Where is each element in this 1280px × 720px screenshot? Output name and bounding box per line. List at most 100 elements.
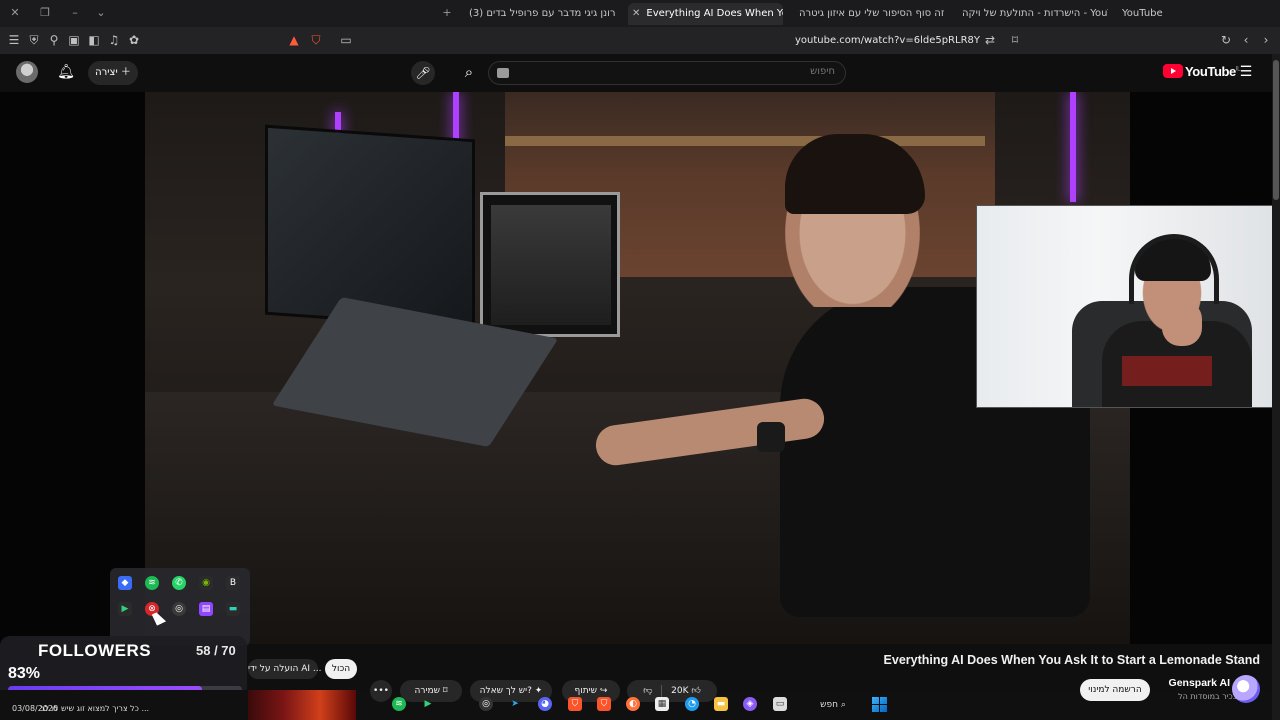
left-monitor bbox=[265, 124, 475, 330]
channel-avatar[interactable] bbox=[1232, 675, 1260, 703]
hamburger-menu-icon[interactable]: ☰ bbox=[1238, 63, 1254, 79]
brave-beta-icon[interactable]: ⛉ bbox=[597, 697, 611, 711]
whatsapp-icon[interactable]: ✆ bbox=[172, 576, 186, 590]
search-icon[interactable]: ⌕ bbox=[455, 61, 483, 85]
new-tab-icon[interactable]: + bbox=[440, 6, 454, 20]
create-button[interactable]: יצירה ＋ bbox=[88, 61, 138, 85]
purple-light bbox=[1070, 92, 1076, 202]
brave-icon[interactable]: ⛉ bbox=[568, 697, 582, 711]
extensions-icon[interactable]: ✿ bbox=[126, 32, 142, 48]
search-input[interactable] bbox=[535, 66, 835, 77]
spotify-icon[interactable]: ≋ bbox=[392, 697, 406, 711]
music-icon[interactable]: ♫ bbox=[106, 32, 122, 48]
tab-label: הישרדות - התולעת של ויקה - YouTube bbox=[962, 8, 1108, 19]
chip-all[interactable]: הכול bbox=[325, 659, 357, 679]
copilot-icon[interactable]: ◈ bbox=[743, 697, 757, 711]
like-dislike-group: 👎︎ 20K 👍︎ bbox=[627, 680, 717, 702]
bookmark-icon[interactable]: ⌑ bbox=[1007, 32, 1023, 48]
screen-share-icon[interactable]: ▭ bbox=[338, 32, 354, 48]
site-settings-icon[interactable]: ⇄ bbox=[982, 32, 998, 48]
dislike-icon[interactable]: 👎︎ bbox=[643, 686, 652, 696]
steam-icon[interactable]: ◎ bbox=[479, 697, 493, 711]
search-box[interactable] bbox=[488, 61, 846, 85]
panel-icon[interactable]: ◧ bbox=[86, 32, 102, 48]
tab-label: Everything AI Does When You Ask It to St… bbox=[646, 8, 783, 19]
save-icon: ⌑ bbox=[442, 686, 448, 696]
shield-icon[interactable]: ⛨ bbox=[26, 32, 42, 48]
telegram-icon[interactable]: ➤ bbox=[508, 697, 522, 711]
play-app-icon[interactable]: ▶ bbox=[118, 602, 132, 616]
brave-rewards-icon[interactable]: ▲ bbox=[286, 32, 302, 48]
tab-active-video[interactable]: ✕ Everything AI Does When You Ask It to S… bbox=[628, 3, 783, 25]
discord-icon[interactable]: ◕ bbox=[538, 697, 552, 711]
nvidia-icon[interactable]: ◉ bbox=[199, 576, 213, 590]
notifications-bell-icon[interactable]: 🔔︎ bbox=[57, 63, 75, 81]
taskbar-search[interactable]: חפש ⌕ bbox=[808, 697, 858, 713]
share-icon: ↪ bbox=[599, 686, 608, 696]
followers-percent: 83% bbox=[8, 665, 41, 682]
tab-survivor[interactable]: הישרדות - התולעת של ויקה - YouTube bbox=[958, 3, 1108, 25]
youtube-header: 🔔︎ יצירה ＋ 🎤︎ ⌕ YouTubeIL ☰ bbox=[0, 54, 1272, 92]
webcam-overlay bbox=[976, 205, 1280, 408]
teal-app-icon[interactable]: ▬ bbox=[226, 602, 240, 616]
close-window-icon[interactable]: ✕ bbox=[8, 6, 22, 20]
minimize-window-icon[interactable]: – bbox=[68, 6, 82, 20]
tab-gigi[interactable]: (3) רונן גיגי מדבר עם פרופיל בדים bbox=[465, 3, 615, 25]
save-label: שמירה bbox=[414, 686, 440, 696]
youtube-logo[interactable]: YouTubeIL bbox=[1163, 64, 1241, 82]
chip-uploaded[interactable]: הועלה על ידי AI ... bbox=[248, 659, 322, 679]
keyboard-icon[interactable] bbox=[497, 68, 509, 78]
app-store-icon[interactable]: ◆ bbox=[118, 576, 132, 590]
channel-name[interactable]: Genspark AI bbox=[1160, 677, 1230, 689]
tab-label: האם זה סוף הסיפור שלי עם איזון גיטרה bbox=[799, 8, 945, 19]
close-tab-icon[interactable]: ✕ bbox=[632, 8, 640, 19]
recommended-thumbnail-strip[interactable] bbox=[248, 690, 356, 720]
share-label: שיתוף bbox=[574, 686, 598, 696]
file-explorer-icon[interactable]: ▬ bbox=[714, 697, 728, 711]
pin-icon[interactable]: ⚲ bbox=[46, 32, 62, 48]
browser-tab-bar: ✕ ❐ – ⌄ + (3) רונן גיגי מדבר עם פרופיל ב… bbox=[0, 0, 1280, 27]
tabs-icon[interactable]: ▣ bbox=[66, 32, 82, 48]
sparkle-icon: ✦ bbox=[534, 686, 543, 696]
tab-youtube[interactable]: YouTube bbox=[1118, 3, 1258, 25]
headset bbox=[1129, 234, 1219, 304]
middle-monitor bbox=[480, 192, 620, 337]
store-icon[interactable]: ▦ bbox=[655, 697, 669, 711]
tab-guitar[interactable]: האם זה סוף הסיפור שלי עם איזון גיטרה bbox=[795, 3, 945, 25]
subscribe-button[interactable]: הרשמה למינוי bbox=[1080, 679, 1150, 701]
ticker-text: כל צריך למצוא זוג שיש לו לב ... bbox=[40, 704, 150, 713]
firefox-icon[interactable]: ◐ bbox=[626, 697, 640, 711]
app-launcher-grid: ◆ ≋ ✆ ◉ B ▶ ⊗ ◎ ▤ ▬ bbox=[110, 568, 250, 646]
video-title: Everything AI Does When You Ask It to St… bbox=[883, 653, 1260, 667]
back-icon[interactable]: ‹ bbox=[1238, 32, 1254, 48]
followers-title: FOLLOWERS bbox=[38, 641, 152, 660]
sidebar-menu-icon[interactable]: ☰ bbox=[6, 32, 22, 48]
followers-count: 58 / 70 bbox=[196, 643, 236, 658]
youtube-play-icon bbox=[1163, 64, 1183, 78]
spotify-icon[interactable]: ≋ bbox=[145, 576, 159, 590]
windows-start-icon[interactable] bbox=[872, 697, 887, 712]
forward-icon[interactable]: › bbox=[1258, 32, 1274, 48]
address-bar-row: ☰ ⛨ ⚲ ▣ ◧ ♫ ✿ ▲ ⛉ ▭ youtube.com/watch?v=… bbox=[0, 27, 1280, 54]
divider bbox=[661, 684, 663, 697]
tab-label: YouTube bbox=[1122, 8, 1163, 19]
brave-shield-icon[interactable]: ⛉ bbox=[308, 32, 324, 48]
like-icon[interactable]: 👍︎ bbox=[691, 686, 700, 696]
task-view-icon[interactable]: ▭ bbox=[773, 697, 787, 711]
scrollbar-thumb[interactable] bbox=[1273, 60, 1279, 200]
steam-icon[interactable]: ◎ bbox=[172, 602, 186, 616]
like-count[interactable]: 20K bbox=[671, 686, 688, 696]
tab-list-chevron-icon[interactable]: ⌄ bbox=[94, 6, 108, 20]
logo-text: YouTube bbox=[1185, 64, 1236, 79]
restore-window-icon[interactable]: ❐ bbox=[38, 6, 52, 20]
voice-search-mic-icon[interactable]: 🎤︎ bbox=[411, 61, 435, 85]
ask-label: יש לך שאלה? bbox=[479, 686, 532, 696]
twitch-icon[interactable]: ▤ bbox=[199, 602, 213, 616]
url-field[interactable]: youtube.com/watch?v=6lde5pRLR8Y bbox=[780, 33, 980, 49]
avatar[interactable] bbox=[16, 61, 38, 83]
reload-icon[interactable]: ↻ bbox=[1218, 32, 1234, 48]
more-actions-button[interactable]: ••• bbox=[370, 680, 392, 702]
b-app-icon[interactable]: B bbox=[226, 576, 240, 590]
edge-icon[interactable]: ◔ bbox=[685, 697, 699, 711]
play-app-icon[interactable]: ▶ bbox=[421, 697, 435, 711]
